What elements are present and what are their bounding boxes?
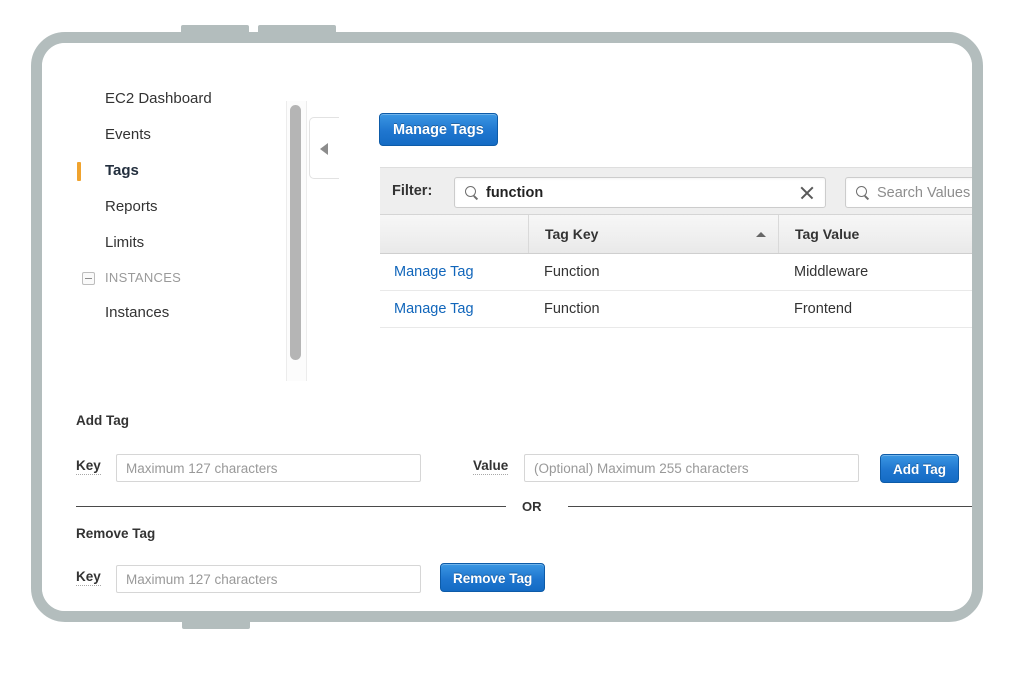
tag-value-search-placeholder: Search Values [877, 185, 971, 201]
sidebar-item-label: Events [105, 126, 151, 143]
sidebar-item-label: Instances [105, 304, 170, 321]
divider-label: OR [522, 499, 542, 514]
cell-tag-key: Function [544, 264, 600, 280]
add-tag-key-label: Key [76, 458, 101, 475]
cell-tag-value: Middleware [794, 264, 869, 280]
minus-box-icon[interactable] [82, 272, 95, 285]
sidebar-item-label: Tags [105, 162, 139, 179]
sidebar-item-ec2-dashboard[interactable]: EC2 Dashboard [42, 81, 274, 117]
table-row[interactable]: Manage Tag Function Frontend [380, 291, 972, 328]
add-tag-value-placeholder: (Optional) Maximum 255 characters [534, 461, 749, 476]
remove-tag-heading: Remove Tag [76, 526, 156, 541]
sidebar-item-label: EC2 Dashboard [105, 90, 212, 107]
add-tag-value-label: Value [473, 458, 509, 475]
sidebar-navigation: EC2 Dashboard Events Tags Reports Limits… [42, 81, 274, 331]
filter-label: Filter: [392, 183, 433, 199]
column-header-actions[interactable] [380, 215, 528, 253]
search-icon [465, 186, 476, 197]
sidebar-item-reports[interactable]: Reports [42, 189, 274, 225]
sidebar-scrollbar-thumb[interactable] [290, 105, 301, 360]
table-row[interactable]: Manage Tag Function Middleware [380, 254, 972, 291]
table-header-row: Tag Key Tag Value [380, 215, 972, 254]
tag-value-search-input[interactable]: Search Values [845, 177, 972, 208]
column-header-tag-key[interactable]: Tag Key [528, 215, 778, 253]
remove-tag-button[interactable]: Remove Tag [440, 563, 546, 592]
add-tag-value-input[interactable]: (Optional) Maximum 255 characters [524, 454, 859, 482]
chevron-left-icon [320, 143, 328, 155]
tag-key-search-input[interactable]: function [454, 177, 826, 208]
cell-tag-value: Frontend [794, 301, 853, 317]
sidebar-item-instances[interactable]: Instances [42, 295, 274, 331]
active-indicator-bar [77, 162, 81, 181]
sidebar-group-instances[interactable]: INSTANCES [42, 261, 274, 295]
sidebar-item-tags[interactable]: Tags [42, 153, 274, 189]
manage-tag-link[interactable]: Manage Tag [394, 254, 474, 290]
sidebar-item-limits[interactable]: Limits [42, 225, 274, 261]
divider-line-left [76, 506, 506, 507]
sidebar-item-label: Limits [105, 234, 145, 251]
tags-table: Tag Key Tag Value Manage Tag Function Mi… [380, 215, 972, 352]
clear-search-icon[interactable] [799, 185, 815, 201]
search-icon [856, 186, 867, 197]
or-divider: OR [76, 499, 972, 514]
ec2-tags-page: EC2 Dashboard Events Tags Reports Limits… [42, 43, 972, 611]
panel-collapse-handle[interactable] [309, 117, 339, 179]
add-tag-heading: Add Tag [76, 413, 129, 428]
remove-tag-key-label: Key [76, 569, 101, 586]
device-frame: EC2 Dashboard Events Tags Reports Limits… [31, 32, 983, 622]
sidebar-item-label: Reports [105, 198, 158, 215]
manage-tags-button[interactable]: Manage Tags [379, 113, 498, 146]
add-tag-button[interactable]: Add Tag [880, 454, 959, 483]
divider-line-right [568, 506, 972, 507]
add-tag-key-placeholder: Maximum 127 characters [126, 461, 278, 476]
column-header-tag-value[interactable]: Tag Value [778, 215, 972, 253]
manage-tag-link[interactable]: Manage Tag [394, 291, 474, 327]
remove-tag-key-placeholder: Maximum 127 characters [126, 572, 278, 587]
filter-bar: Filter: function Search Values [380, 167, 972, 215]
remove-tag-key-input[interactable]: Maximum 127 characters [116, 565, 421, 593]
table-footer [380, 328, 972, 352]
caret-up-icon [756, 232, 766, 237]
add-tag-key-input[interactable]: Maximum 127 characters [116, 454, 421, 482]
sidebar-item-events[interactable]: Events [42, 117, 274, 153]
sidebar-group-label: INSTANCES [105, 270, 182, 285]
cell-tag-key: Function [544, 301, 600, 317]
tag-key-search-value: function [486, 185, 544, 201]
